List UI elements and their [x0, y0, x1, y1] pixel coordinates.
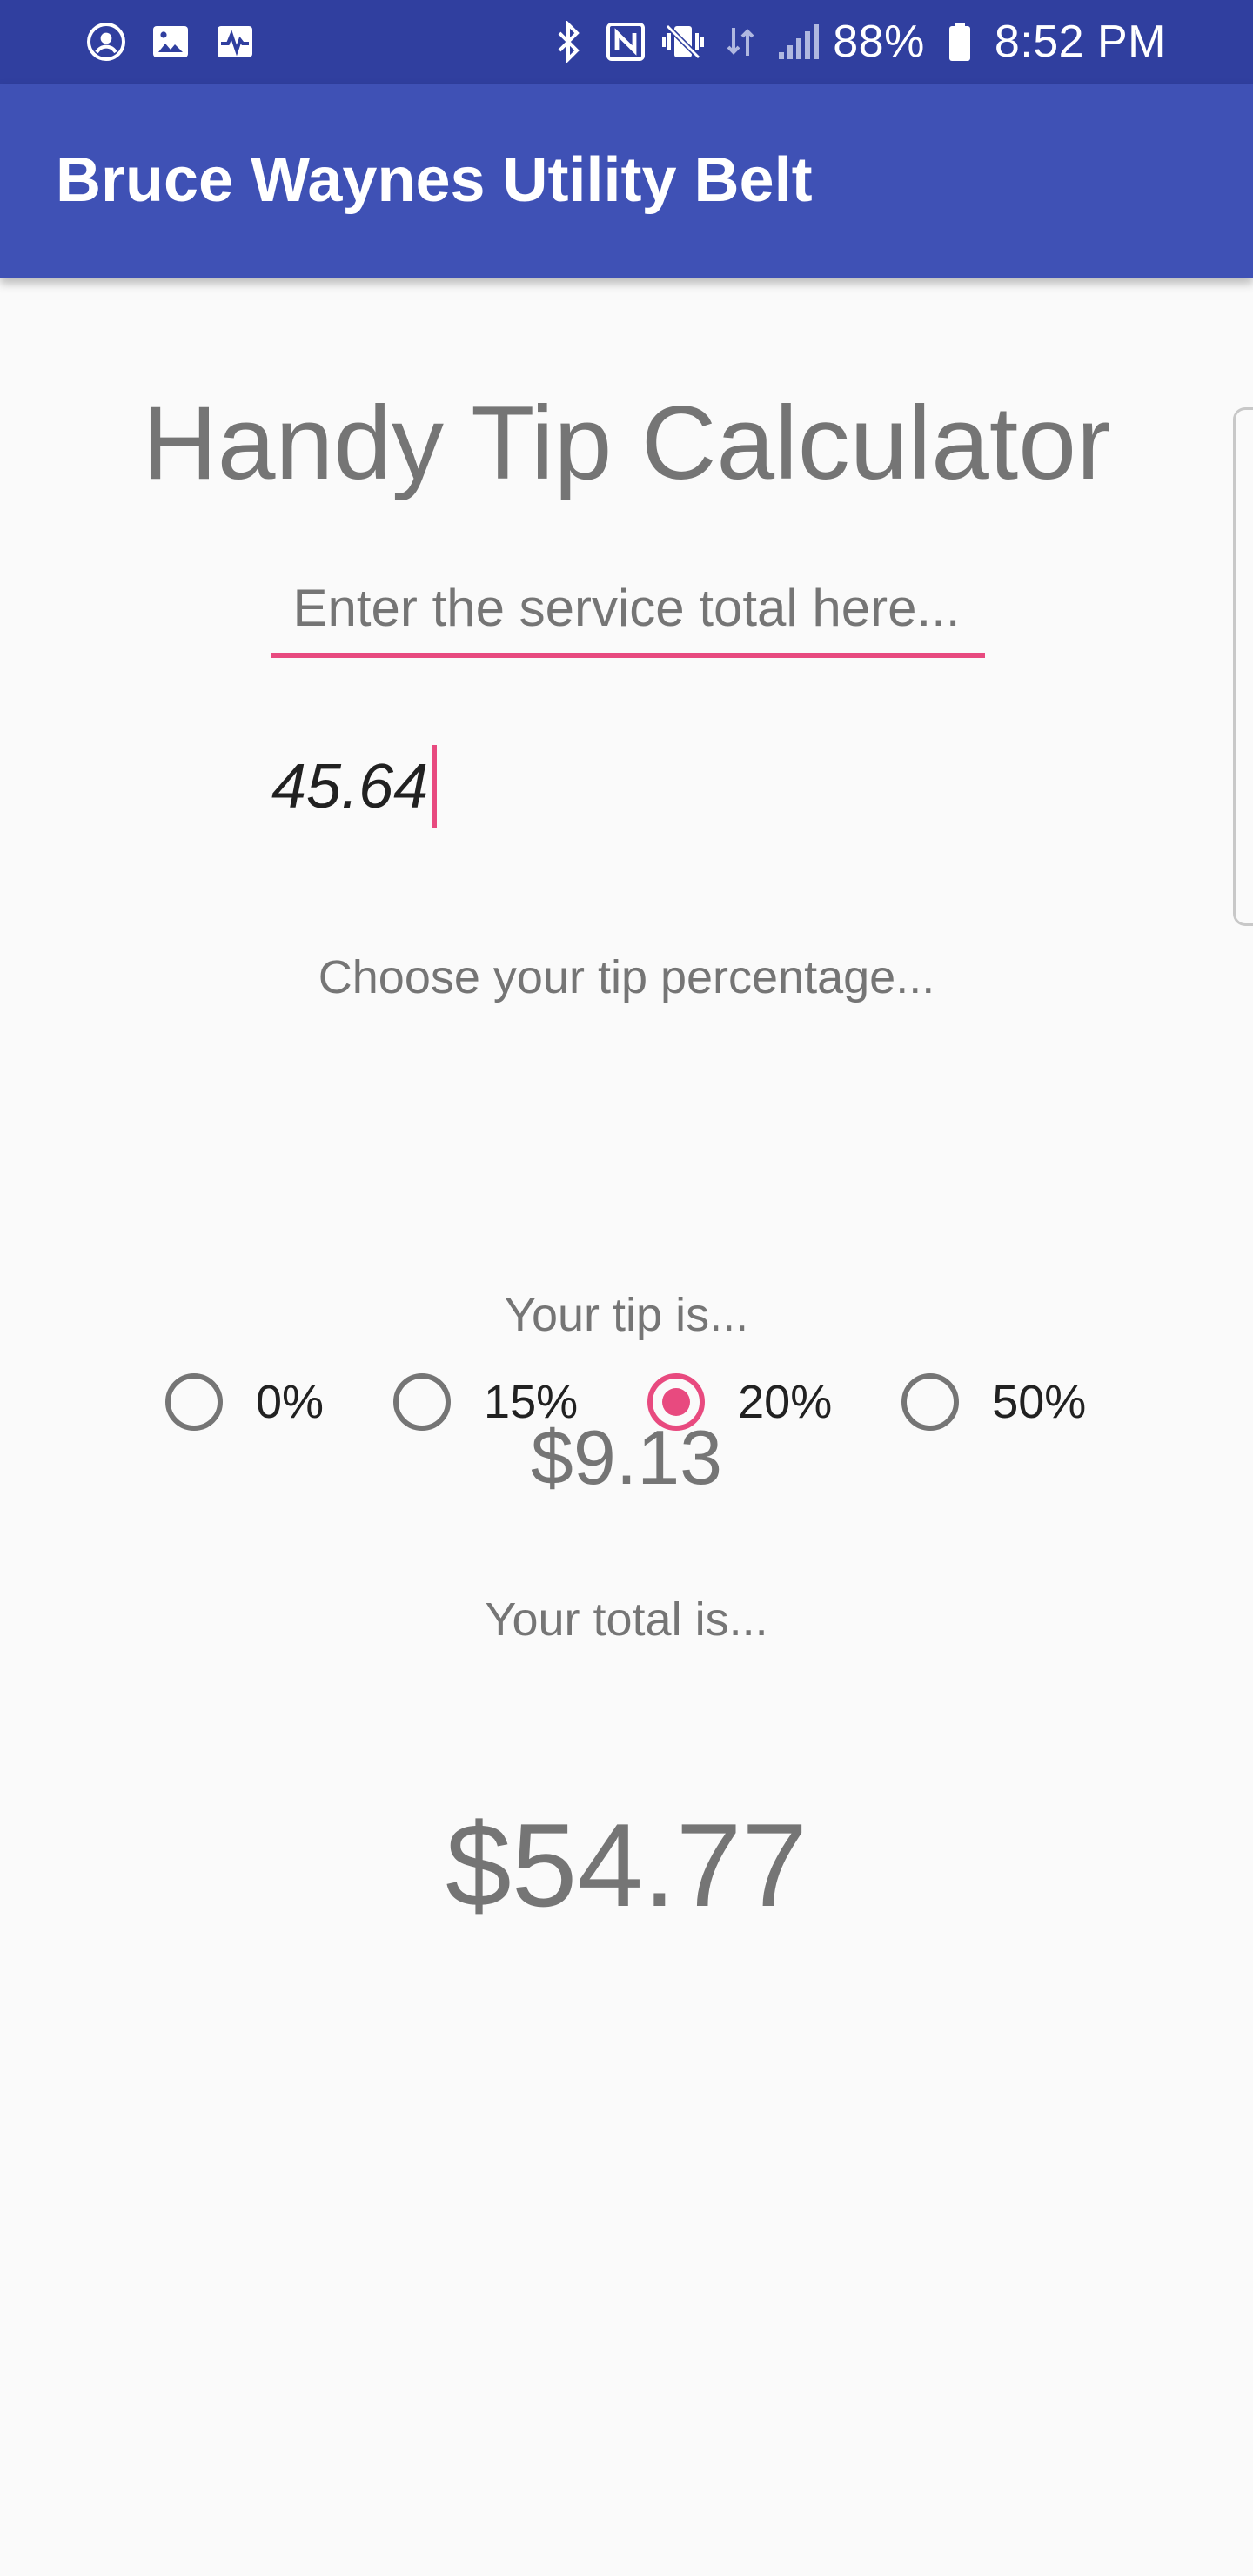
- tip-amount: $9.13: [530, 1414, 723, 1500]
- tip-percentage-prompt: Choose your tip percentage...: [318, 951, 935, 1003]
- total-amount: $54.77: [446, 1799, 807, 1931]
- account-circle-icon: [84, 19, 129, 64]
- app-title: Bruce Waynes Utility Belt: [56, 145, 813, 215]
- status-bar: 88% 8:52 PM: [0, 0, 1253, 84]
- nfc-icon: [603, 19, 648, 64]
- tip-calculator-screen: Handy Tip Calculator Enter the service t…: [0, 278, 1253, 2576]
- image-icon: [148, 19, 193, 64]
- activity-icon: [212, 19, 258, 64]
- service-total-input[interactable]: 45.64: [271, 745, 438, 828]
- bluetooth-icon: [546, 19, 591, 64]
- battery-percentage: 88%: [833, 17, 925, 67]
- service-total-field[interactable]: 45.64: [271, 731, 985, 835]
- edge-panel-handle[interactable]: [1233, 407, 1253, 926]
- data-icon: [718, 19, 763, 64]
- text-cursor: [432, 745, 438, 828]
- battery-icon: [937, 19, 982, 64]
- vibrate-icon: [660, 19, 706, 64]
- total-result-label: Your total is...: [485, 1593, 768, 1646]
- service-total-prompt: Enter the service total here...: [292, 579, 961, 637]
- input-underline: [271, 653, 985, 658]
- app-bar: Bruce Waynes Utility Belt: [0, 84, 1253, 278]
- service-total-value: 45.64: [271, 752, 429, 822]
- radio-selected-dot: [662, 1388, 691, 1416]
- page-title: Handy Tip Calculator: [142, 385, 1111, 501]
- tip-result-label: Your tip is...: [504, 1289, 749, 1341]
- clock: 8:52 PM: [994, 17, 1166, 67]
- status-notifications: [84, 19, 258, 64]
- signal-icon: [775, 19, 821, 64]
- status-system: 88% 8:52 PM: [546, 14, 1166, 70]
